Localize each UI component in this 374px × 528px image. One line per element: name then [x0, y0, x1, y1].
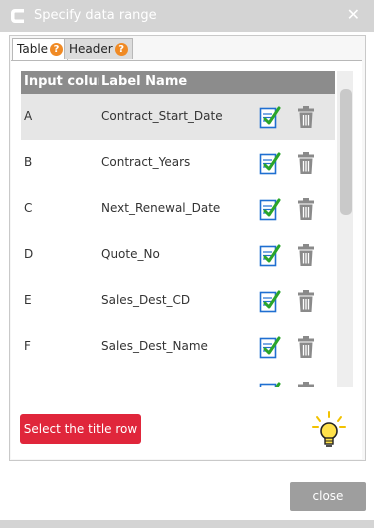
trash-icon[interactable] — [297, 289, 315, 313]
label-name-cell: Sales_Dest_CD — [101, 293, 191, 307]
input-column-cell: D — [24, 247, 34, 261]
label-name-cell: Contract_Years — [101, 155, 191, 169]
table-row[interactable]: C Next_Renewal_Date — [21, 186, 335, 232]
tab-header[interactable]: Header? — [64, 38, 133, 59]
column-header-label[interactable]: Label Name — [101, 74, 187, 89]
close-window-icon[interactable]: ✕ — [347, 5, 360, 24]
input-column-cell: B — [24, 155, 33, 169]
table-row[interactable] — [21, 370, 335, 387]
input-column-cell: F — [24, 339, 31, 353]
trash-icon[interactable] — [297, 335, 315, 359]
input-column-cell: E — [24, 293, 32, 307]
tab-header-label: Header — [69, 42, 113, 56]
trash-icon[interactable] — [297, 151, 315, 175]
grid-header: Input colum Label Name — [21, 71, 335, 94]
table-row[interactable]: E Sales_Dest_CD — [21, 278, 335, 324]
lightbulb-icon[interactable] — [311, 410, 347, 450]
scrollbar-thumb[interactable] — [340, 89, 352, 215]
input-column-cell: C — [24, 201, 33, 215]
trash-icon[interactable] — [297, 105, 315, 129]
edit-icon[interactable] — [259, 105, 281, 129]
table-row[interactable]: D Quote_No — [21, 232, 335, 278]
label-name-cell: Contract_Start_Date — [101, 109, 223, 123]
select-title-row-button[interactable]: Select the title row — [20, 414, 141, 444]
trash-icon[interactable] — [297, 243, 315, 267]
close-button[interactable]: close — [290, 482, 366, 511]
tab-content: Input colum Label Name A Contract_Start_D… — [11, 60, 362, 459]
scrollbar[interactable] — [337, 71, 353, 387]
trash-icon[interactable] — [297, 197, 315, 221]
help-icon[interactable]: ? — [114, 43, 128, 56]
dialog-panel: Table? Header? Input colum Label Name A C… — [9, 35, 366, 461]
title-bar: Specify data range ✕ — [0, 0, 374, 32]
table-row[interactable]: B Contract_Years — [21, 140, 335, 186]
tab-table[interactable]: Table? — [12, 38, 69, 61]
help-icon[interactable]: ? — [50, 43, 64, 56]
edit-icon[interactable] — [259, 289, 281, 313]
label-name-cell: Next_Renewal_Date — [101, 201, 221, 215]
tab-table-label: Table — [17, 42, 49, 56]
input-column-cell: A — [24, 109, 33, 123]
edit-icon[interactable] — [259, 151, 281, 175]
table-row[interactable]: F Sales_Dest_Name — [21, 324, 335, 370]
bottom-strip — [0, 520, 374, 528]
edit-icon[interactable] — [259, 381, 281, 387]
column-header-input[interactable]: Input colum — [24, 74, 99, 89]
table-row[interactable]: A Contract_Start_Date — [21, 94, 335, 140]
column-label-grid: Input colum Label Name A Contract_Start_D… — [21, 71, 335, 387]
edit-icon[interactable] — [259, 197, 281, 221]
label-name-cell: Quote_No — [101, 247, 160, 261]
edit-icon[interactable] — [259, 243, 281, 267]
window-title: Specify data range — [34, 8, 157, 23]
label-name-cell: Sales_Dest_Name — [101, 339, 208, 353]
trash-icon[interactable] — [297, 381, 315, 387]
app-logo-icon — [11, 9, 24, 23]
edit-icon[interactable] — [259, 335, 281, 359]
